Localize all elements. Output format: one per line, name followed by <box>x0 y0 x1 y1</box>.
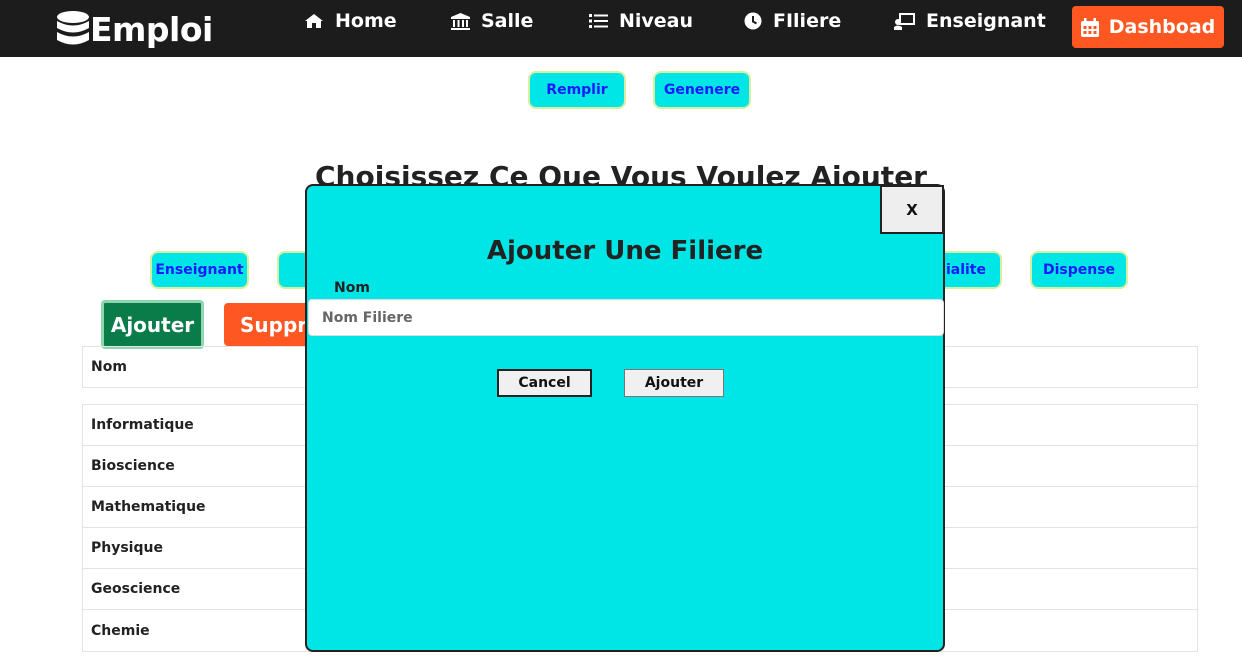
nav-enseignant-label: Enseignant <box>926 10 1046 32</box>
cancel-button[interactable]: Cancel <box>497 369 592 397</box>
top-navbar: Emploi Home Salle Niveau FIliere Enseign… <box>0 0 1242 57</box>
brand-name: Emploi <box>90 9 213 49</box>
nav-home[interactable]: Home <box>304 8 397 34</box>
modal-ajouter-button[interactable]: Ajouter <box>624 369 724 397</box>
add-filiere-modal: X Ajouter Une Filiere Nom Cancel Ajouter <box>305 184 945 652</box>
database-icon <box>57 11 89 45</box>
calendar-icon <box>1080 17 1099 37</box>
home-icon <box>305 14 323 28</box>
nav-filiere-label: FIliere <box>773 10 842 32</box>
modal-title: Ajouter Une Filiere <box>486 236 764 266</box>
ajouter-button[interactable]: Ajouter <box>101 300 204 349</box>
dashboard-label: Dashboad <box>1108 16 1216 38</box>
brand-logo[interactable]: Emploi <box>56 8 213 50</box>
clock-icon <box>744 12 762 30</box>
nav-niveau[interactable]: Niveau <box>589 8 693 34</box>
remplir-button[interactable]: Remplir <box>528 71 626 109</box>
teacher-icon <box>894 12 915 30</box>
dashboard-button[interactable]: Dashboad <box>1072 6 1224 48</box>
nav-enseignant[interactable]: Enseignant <box>894 8 1046 34</box>
modal-close-button[interactable]: X <box>880 185 944 234</box>
nav-niveau-label: Niveau <box>619 10 694 32</box>
nav-salle-label: Salle <box>481 10 534 32</box>
list-icon <box>589 14 608 28</box>
category-dispense-button[interactable]: Dispense <box>1030 251 1128 289</box>
nom-field-label: Nom <box>334 280 370 296</box>
nav-salle[interactable]: Salle <box>451 8 533 34</box>
nom-filiere-input[interactable] <box>308 299 944 336</box>
column-header-nom: Nom <box>91 359 127 375</box>
nav-filiere[interactable]: FIliere <box>744 8 841 34</box>
bank-icon <box>451 12 470 30</box>
nav-home-label: Home <box>335 10 397 32</box>
genenere-button[interactable]: Genenere <box>653 71 751 109</box>
category-enseignant-button[interactable]: Enseignant <box>150 251 249 289</box>
